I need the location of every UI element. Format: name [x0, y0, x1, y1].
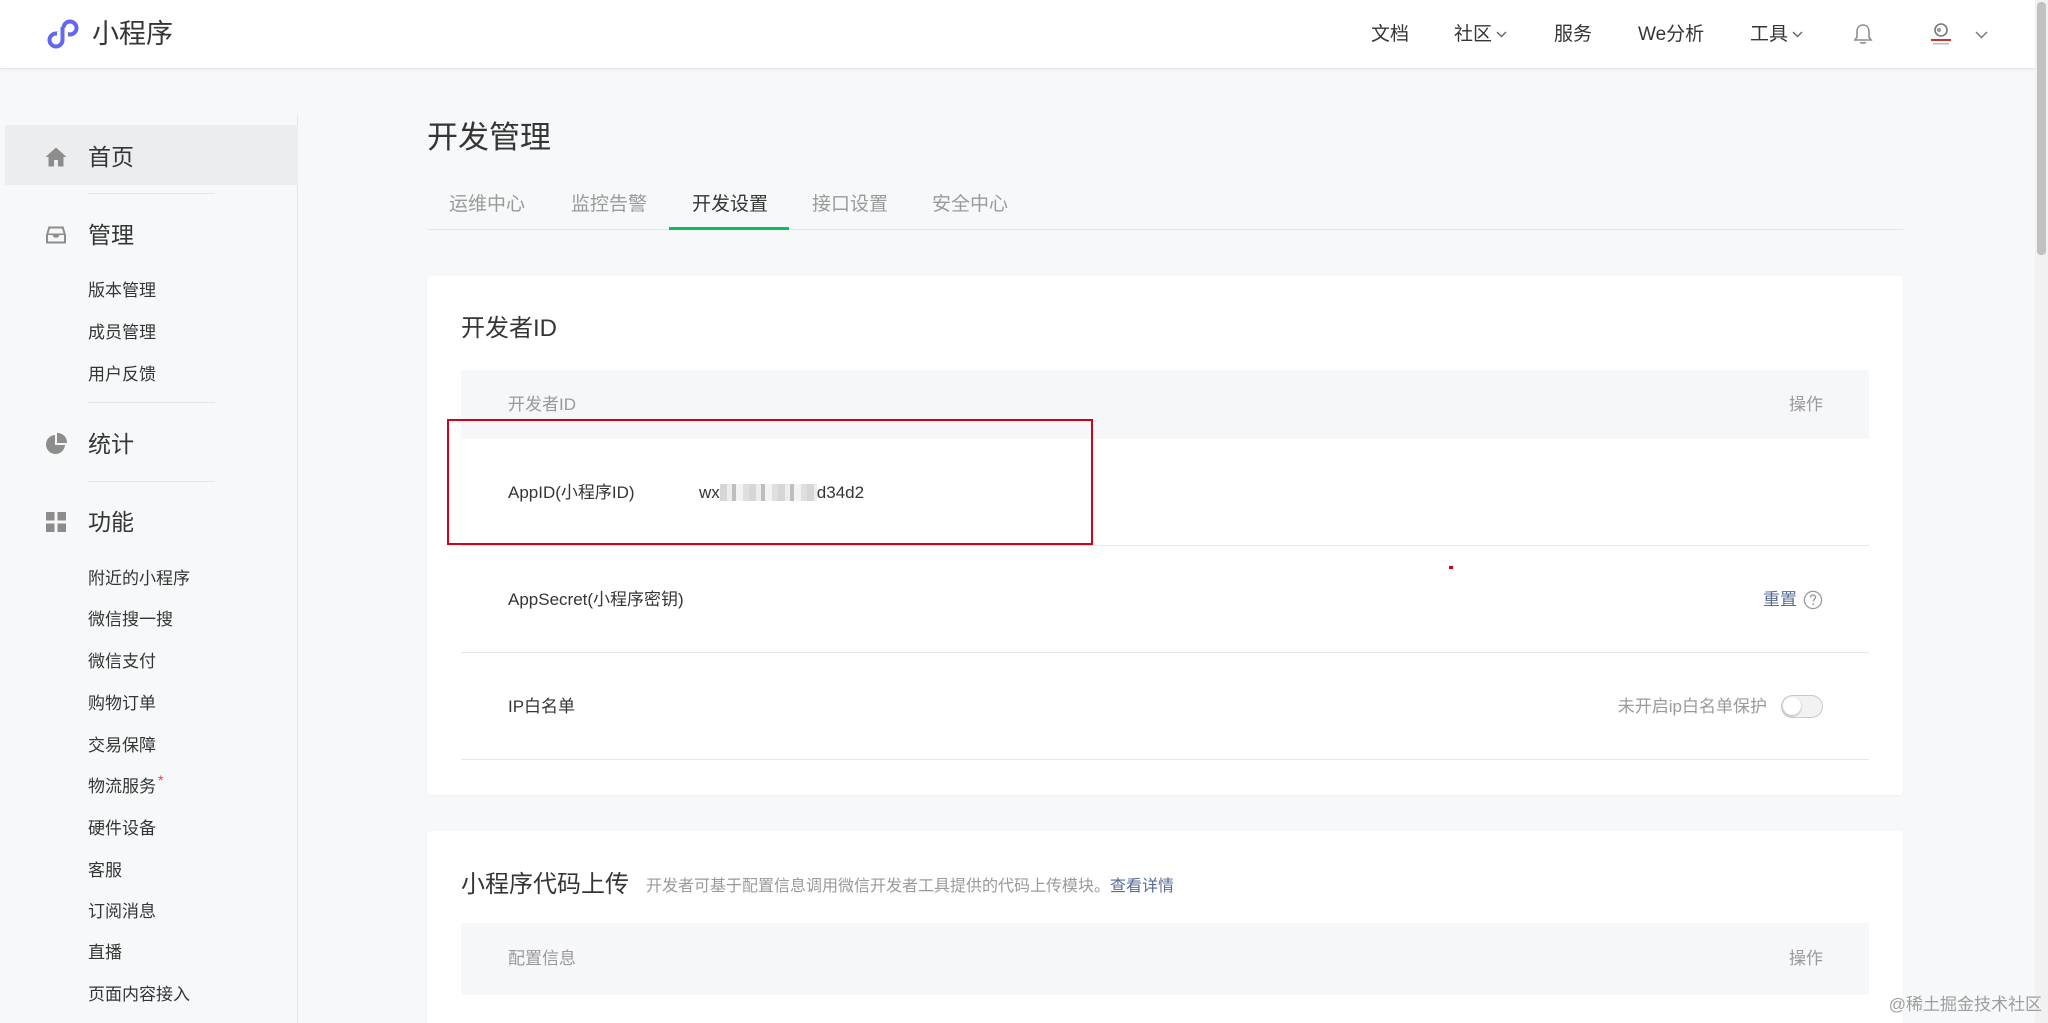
sidebar-item-version-manage[interactable]: 版本管理 [88, 280, 156, 302]
tab-api-settings[interactable]: 接口设置 [812, 193, 888, 217]
nav-tools-label: 工具 [1750, 24, 1789, 45]
page-title: 开发管理 [427, 120, 551, 155]
nav-community[interactable]: 社区 [1454, 0, 1507, 69]
nav-community-label: 社区 [1454, 24, 1493, 45]
column-header: 操作 [1789, 949, 1823, 968]
table-row-appsecret: AppSecret(小程序密钥) 重置 [461, 546, 1869, 653]
sidebar-divider [88, 481, 215, 482]
annotation-dot [1449, 566, 1453, 569]
reset-secret-link[interactable]: 重置 [1763, 546, 1797, 653]
tab-security[interactable]: 安全中心 [932, 193, 1008, 217]
toggle-knob [1783, 697, 1801, 715]
question-circle-icon[interactable] [1803, 590, 1823, 610]
watermark: @稀土掘金技术社区 [1888, 995, 2042, 1014]
sidebar-item-customer-service[interactable]: 客服 [88, 860, 122, 882]
sidebar-item-orders[interactable]: 购物订单 [88, 693, 156, 715]
sidebar-item-hardware[interactable]: 硬件设备 [88, 818, 156, 840]
highlight-annotation-box [447, 419, 1093, 545]
view-details-link[interactable]: 查看详情 [1110, 878, 1174, 895]
sidebar-divider [88, 193, 215, 194]
tab-monitoring[interactable]: 监控告警 [571, 193, 647, 217]
scrollbar-thumb[interactable] [2037, 2, 2046, 255]
sidebar-item-page-content[interactable]: 页面内容接入 [88, 984, 190, 1006]
row-actions: 重置 [1763, 546, 1823, 653]
chevron-down-icon[interactable] [1975, 31, 1988, 39]
row-label: AppSecret(小程序密钥) [508, 590, 684, 609]
nav-we-analysis-label: We分析 [1638, 24, 1705, 45]
sidebar-item-member-manage[interactable]: 成员管理 [88, 322, 156, 344]
sidebar-item-nearby[interactable]: 附近的小程序 [88, 568, 190, 590]
row-actions: 未开启ip白名单保护 [1618, 653, 1823, 760]
sidebar-item-subscribe-message[interactable]: 订阅消息 [88, 901, 156, 923]
tab-operations[interactable]: 运维中心 [449, 193, 525, 217]
sidebar-item-live[interactable]: 直播 [88, 942, 122, 964]
sidebar-item-user-feedback[interactable]: 用户反馈 [88, 364, 156, 386]
brand-title[interactable]: 小程序 [92, 15, 173, 53]
nav-docs[interactable]: 文档 [1371, 0, 1409, 69]
home-icon [45, 147, 67, 167]
nav-we-analysis[interactable]: We分析 [1638, 0, 1704, 69]
code-upload-card: 小程序代码上传 开发者可基于配置信息调用微信开发者工具提供的代码上传模块。查看详… [427, 831, 1903, 1023]
nav-tools[interactable]: 工具 [1750, 0, 1803, 69]
sidebar-item-stats[interactable]: 统计 [88, 429, 134, 459]
sidebar-item-wechat-pay[interactable]: 微信支付 [88, 651, 156, 673]
sidebar-item-wechat-search[interactable]: 微信搜一搜 [88, 609, 173, 631]
card-description: 开发者可基于配置信息调用微信开发者工具提供的代码上传模块。查看详情 [646, 875, 1174, 899]
inbox-icon [46, 226, 66, 244]
description-text: 开发者可基于配置信息调用微信开发者工具提供的代码上传模块。 [646, 878, 1111, 895]
nav-services-label: 服务 [1554, 24, 1593, 45]
sidebar-item-features[interactable]: 功能 [88, 507, 134, 537]
sidebar-item-logistics[interactable]: 物流服务 * [88, 772, 163, 798]
table-header: 配置信息 操作 [461, 923, 1869, 995]
tab-dev-settings[interactable]: 开发设置 [692, 193, 768, 217]
active-tab-indicator [669, 227, 789, 230]
avatar[interactable] [1927, 20, 1955, 48]
mini-program-logo-icon[interactable] [44, 15, 82, 53]
row-label: IP白名单 [508, 697, 576, 716]
column-header: 操作 [1789, 395, 1823, 414]
new-marker: * [158, 772, 164, 788]
card-title: 小程序代码上传 [461, 871, 629, 898]
pie-chart-icon [46, 432, 68, 454]
top-header: 小程序 文档 社区 服务 We分析 工具 [0, 0, 2035, 69]
bell-icon[interactable] [1853, 23, 1873, 45]
ip-whitelist-toggle[interactable] [1781, 695, 1823, 718]
table-row-ip-whitelist: IP白名单 未开启ip白名单保护 [461, 653, 1869, 760]
ip-whitelist-status: 未开启ip白名单保护 [1617, 697, 1767, 716]
chevron-down-icon [1496, 31, 1507, 38]
sidebar-item-manage[interactable]: 管理 [88, 220, 134, 250]
nav-docs-label: 文档 [1371, 24, 1410, 45]
sidebar-item-label: 物流服务 [88, 777, 156, 796]
nav-services[interactable]: 服务 [1554, 0, 1592, 69]
sidebar-item-home[interactable]: 首页 [88, 142, 134, 172]
sidebar-divider [88, 402, 215, 403]
sidebar-item-trade-guarantee[interactable]: 交易保障 [88, 735, 156, 757]
column-header: 配置信息 [508, 949, 576, 968]
chevron-down-icon [1792, 31, 1803, 38]
tab-bar-border [427, 229, 1903, 230]
card-title: 开发者ID [461, 315, 557, 342]
grid-icon [46, 512, 66, 532]
